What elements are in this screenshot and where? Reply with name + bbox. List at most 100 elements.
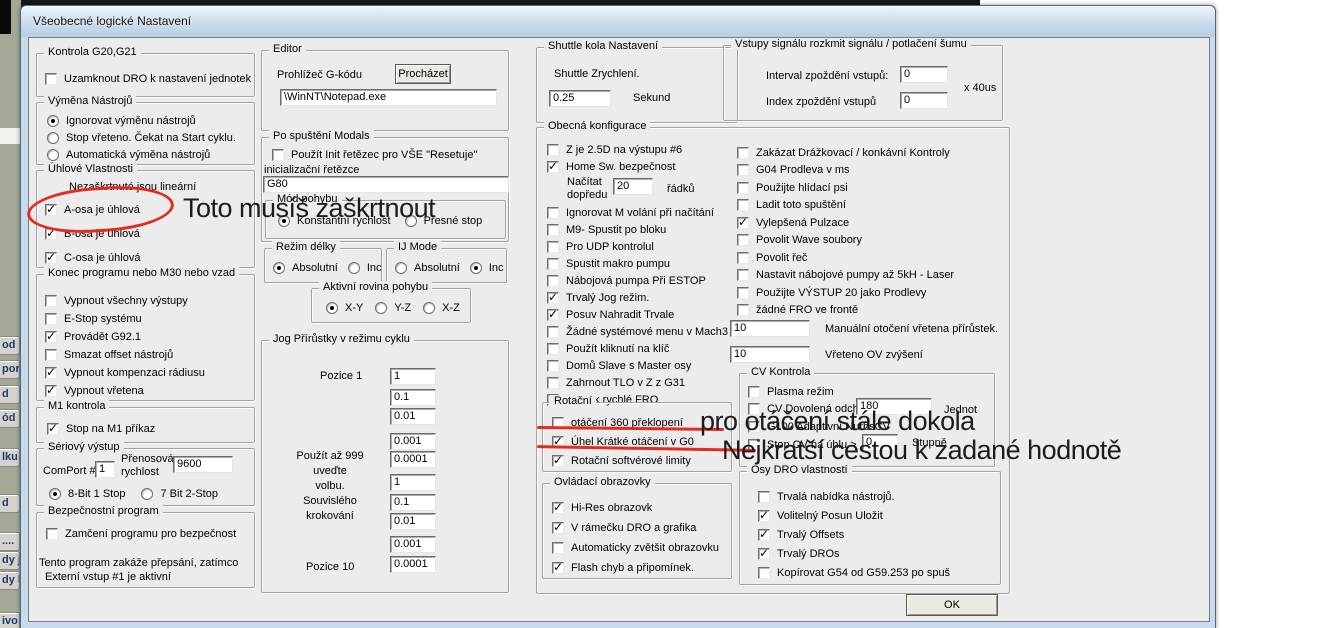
radio-icon[interactable] [405, 215, 417, 227]
radio-icon[interactable] [273, 262, 285, 274]
jog-increment-field[interactable]: 0.1 [390, 494, 436, 511]
radio-option[interactable]: Konstantní rychlost [278, 212, 391, 229]
jog-increment-field[interactable]: 0.0001 [390, 451, 436, 468]
checkbox-icon[interactable] [758, 567, 770, 579]
baud-field[interactable]: 9600 [173, 456, 233, 473]
checkbox-option[interactable]: Flash chyb a připomínek. [552, 559, 731, 576]
radio-option[interactable]: Absolutní [273, 259, 338, 276]
spindle-increment-field[interactable]: 10 [730, 320, 810, 337]
checkbox-option[interactable]: Smazat offset nástrojů [45, 346, 254, 363]
index-delay-field[interactable]: 0 [900, 92, 948, 109]
checkbox-option[interactable]: Vypnout všechny výstupy [45, 292, 254, 309]
checkbox-icon[interactable] [547, 207, 559, 219]
radio-option[interactable]: X-Y [326, 299, 363, 316]
checkbox-icon[interactable] [547, 343, 559, 355]
checkbox-option[interactable]: V rámečku DRO a grafika [552, 519, 731, 536]
checkbox-option[interactable]: Domů Slave s Master osy [547, 357, 728, 374]
radio-option[interactable]: Absolutní [395, 259, 460, 276]
editor-path-field[interactable]: \WinNT\Notepad.exe [280, 89, 497, 106]
checkbox-option[interactable]: Trvalý DROs [758, 545, 1000, 562]
checkbox-option[interactable]: Trvalý Jog režim. [547, 289, 728, 306]
checkbox-option[interactable]: Hi-Res obrazovk [552, 499, 731, 516]
checkbox-icon[interactable] [737, 217, 749, 229]
radio-option[interactable]: Přesné stop [405, 212, 483, 229]
checkbox-option[interactable]: Uzamknout DRO k nastavení jednotek [45, 70, 254, 87]
checkbox-cv-tolerance[interactable]: CV Dovolená odchy [748, 400, 864, 417]
checkbox-option[interactable]: G04 Prodleva v ms [737, 162, 954, 179]
checkbox-icon[interactable] [552, 455, 564, 467]
checkbox-option[interactable]: Rotační softvérové limity [552, 452, 731, 469]
cv-tolerance-field[interactable]: 180 [856, 398, 932, 415]
dialog-titlebar[interactable]: Všeobecné logické Nastavení [21, 6, 1215, 37]
checkbox-icon[interactable] [737, 164, 749, 176]
checkbox-icon[interactable] [547, 258, 559, 270]
checkbox-icon[interactable] [45, 295, 57, 307]
radio-icon[interactable] [470, 262, 482, 274]
checkbox-option[interactable]: žádné FRO ve frontě [737, 302, 954, 319]
checkbox-option[interactable]: otáčení 360 překlopení [552, 414, 731, 431]
checkbox-icon[interactable] [45, 228, 57, 240]
radio-option[interactable]: Inc [470, 259, 504, 276]
checkbox-icon[interactable] [272, 149, 284, 161]
checkbox-icon[interactable] [45, 73, 57, 85]
checkbox-option[interactable]: Zahrnout TLO v Z z G31 [547, 374, 728, 391]
radio-option[interactable]: Automatická výměna nástrojů [47, 146, 254, 163]
checkbox-icon[interactable] [758, 548, 770, 560]
radio-option[interactable]: Y-Z [375, 299, 411, 316]
checkbox-plasma[interactable]: Plasma režim [748, 383, 834, 400]
checkbox-icon[interactable] [748, 403, 760, 415]
checkbox-icon[interactable] [547, 309, 559, 321]
checkbox-option[interactable]: Kopírovat G54 od G59.253 po spuš [758, 564, 1000, 581]
interval-delay-field[interactable]: 0 [900, 66, 948, 83]
checkbox-icon[interactable] [547, 241, 559, 253]
jog-increment-field[interactable]: 0.001 [390, 536, 436, 553]
radio-icon[interactable] [278, 215, 290, 227]
checkbox-icon[interactable] [758, 510, 770, 522]
jog-increment-field[interactable]: 1 [390, 474, 436, 491]
checkbox-option[interactable]: Vylepšená Pulzace [737, 214, 954, 231]
checkbox-option[interactable]: Nastavit nábojové pumpy až 5kH - Laser [737, 267, 954, 284]
jog-increment-field[interactable]: 1 [390, 368, 436, 385]
checkbox-icon[interactable] [737, 252, 749, 264]
radio-icon[interactable] [47, 149, 59, 161]
lookahead-field[interactable]: 20 [613, 178, 653, 195]
checkbox-icon[interactable] [547, 292, 559, 304]
checkbox-icon[interactable] [552, 542, 564, 554]
background-button-fragment[interactable]: lku [0, 448, 20, 467]
radio-icon[interactable] [47, 132, 59, 144]
checkbox-option[interactable]: Použít Init řetězec pro VŠE "Resetuje" [272, 146, 508, 163]
radio-option[interactable]: 8-Bit 1 Stop [49, 485, 125, 502]
checkbox-icon[interactable] [552, 502, 564, 514]
jog-increment-field[interactable]: 0.01 [390, 408, 436, 425]
checkbox-option[interactable]: Úhel Krátké otáčení v G0 [552, 433, 731, 450]
checkbox-option[interactable]: Trvalá nabídka nástrojů. [758, 488, 1000, 505]
radio-icon[interactable] [47, 115, 59, 127]
ok-button[interactable]: OK [906, 594, 998, 616]
radio-icon[interactable] [49, 488, 61, 500]
checkbox-option[interactable]: C-osa je úhlová [45, 249, 254, 266]
checkbox-icon[interactable] [45, 252, 57, 264]
checkbox-icon[interactable] [737, 147, 749, 159]
checkbox-option[interactable]: Povolit řeč [737, 249, 954, 266]
comport-field[interactable]: 1 [95, 461, 115, 478]
stop-cv-angle-field[interactable]: 0 [862, 434, 898, 451]
checkbox-icon[interactable] [758, 529, 770, 541]
jog-increment-field[interactable]: 0.001 [390, 433, 436, 450]
background-button-fragment[interactable]: ód [0, 409, 20, 428]
checkbox-option[interactable]: A-osa je úhlová [45, 201, 254, 218]
checkbox-option[interactable]: Žádné systémové menu v Mach3 [547, 323, 728, 340]
background-button-fragment[interactable]: por [0, 360, 20, 379]
checkbox-icon[interactable] [552, 436, 564, 448]
radio-option[interactable]: Ignorovat výměnu nástrojů [47, 112, 254, 129]
background-button-fragment[interactable]: d [0, 494, 20, 513]
background-button-fragment[interactable]: d [0, 385, 20, 404]
radio-icon[interactable] [375, 302, 387, 314]
jog-increment-field[interactable]: 0.1 [390, 389, 436, 406]
checkbox-option[interactable]: Spustit makro pumpu [547, 255, 728, 272]
checkbox-icon[interactable] [737, 182, 749, 194]
checkbox-adaptive-nurbs[interactable]: G100 Adaptivní NurbsCV [748, 418, 890, 435]
checkbox-icon[interactable] [547, 360, 559, 372]
checkbox-option[interactable]: Ignorovat M volání při načítání [547, 204, 728, 221]
jog-increment-field[interactable]: 0.01 [390, 513, 436, 530]
background-button-fragment[interactable]: ivo [0, 612, 20, 628]
